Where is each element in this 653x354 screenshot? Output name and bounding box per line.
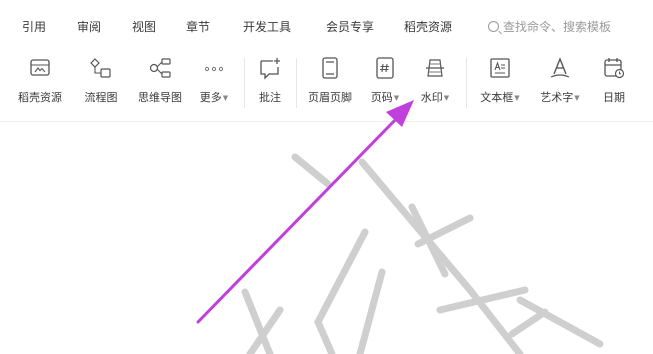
flowchart-icon	[90, 58, 111, 78]
mindmap-icon	[149, 58, 171, 78]
menu-tab-references[interactable]: 引用	[22, 20, 46, 34]
tool-label: 文本框▼	[480, 91, 520, 104]
tool-mindmap[interactable]: 思维导图	[132, 52, 188, 118]
tool-label: 批注	[259, 91, 281, 104]
tool-header-footer[interactable]: 页眉页脚	[302, 52, 358, 118]
tool-label: 页码▼	[370, 91, 400, 104]
tool-wordart[interactable]: 艺术字▼	[532, 52, 588, 118]
search-icon	[488, 21, 499, 32]
tool-more[interactable]: 更多▼	[192, 52, 236, 118]
tool-flowchart[interactable]: 流程图	[76, 52, 126, 118]
tool-label: 稻壳资源	[18, 91, 62, 104]
header-footer-icon	[322, 57, 338, 79]
command-search[interactable]: 查找命令、搜索模板	[488, 20, 611, 34]
menu-tab-review[interactable]: 审阅	[77, 20, 101, 34]
more-icon	[204, 66, 224, 72]
textbox-icon	[490, 58, 510, 78]
tool-watermark[interactable]: 水印▼	[412, 52, 458, 118]
tool-docer-resources[interactable]: 稻壳资源	[14, 52, 66, 118]
menu-tab-member[interactable]: 会员专享	[326, 20, 374, 34]
comment-icon	[260, 58, 280, 80]
tool-label: 水印▼	[420, 91, 450, 104]
tool-label: 流程图	[84, 91, 118, 104]
tool-date[interactable]: 日期	[594, 52, 634, 118]
page-number-icon	[376, 57, 394, 79]
tool-textbox[interactable]: 文本框▼	[472, 52, 528, 118]
ribbon-separator	[296, 58, 297, 108]
tool-page-number[interactable]: 页码▼	[362, 52, 408, 118]
menu-tab-developer[interactable]: 开发工具	[243, 20, 291, 34]
menu-bar: 引用 审阅 视图 章节 开发工具 会员专享 稻壳资源 查找命令、搜索模板	[0, 0, 653, 50]
ribbon-separator	[466, 58, 467, 108]
menu-tab-view[interactable]: 视图	[132, 20, 156, 34]
wordart-icon	[550, 57, 570, 78]
watermark-icon	[426, 59, 444, 77]
insert-ribbon: 稻壳资源 流程图 思维导图 更多▼ 批注 页眉页脚 页码▼ 水印▼ 文本框▼ 艺…	[0, 52, 653, 122]
tool-comment[interactable]: 批注	[250, 52, 290, 118]
watermark-graphic	[241, 153, 604, 354]
tool-label: 日期	[603, 91, 625, 104]
tool-label: 思维导图	[138, 91, 182, 104]
menu-tab-chapter[interactable]: 章节	[186, 20, 210, 34]
document-canvas	[0, 122, 653, 354]
template-icon	[30, 59, 50, 76]
tool-label: 更多▼	[199, 91, 229, 104]
tool-label: 页眉页脚	[308, 91, 352, 104]
calendar-icon	[604, 58, 625, 79]
menu-tab-docer-resources[interactable]: 稻壳资源	[404, 20, 452, 34]
search-placeholder: 查找命令、搜索模板	[503, 20, 612, 34]
tool-label: 艺术字▼	[540, 91, 580, 104]
ribbon-separator	[244, 58, 245, 108]
